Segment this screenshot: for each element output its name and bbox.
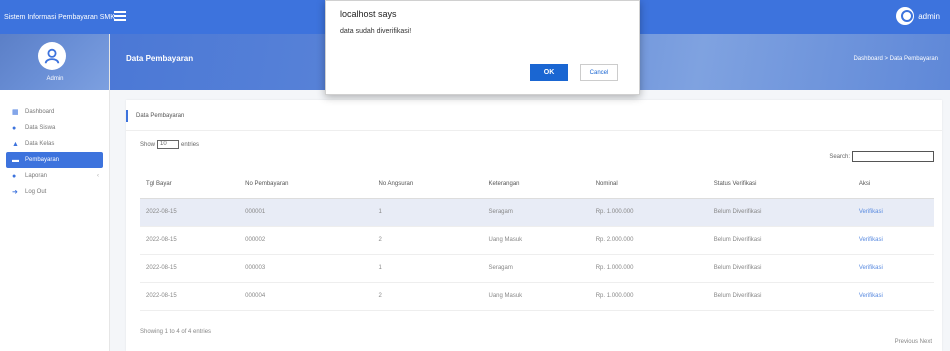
table-cell: 000001 xyxy=(239,198,373,227)
brand-text: Sistem Informasi Pembayaran SMK xyxy=(4,13,115,21)
table-cell: Belum Diverifikasi xyxy=(707,254,853,283)
app-brand[interactable]: Sistem Informasi Pembayaran SMK xyxy=(0,0,115,34)
table-cell: 1 xyxy=(372,254,483,283)
sidebar: Admin ▦ Dashboard ● Data Siswa ▲ Data Kelas… xyxy=(0,34,110,351)
table-row: 2022-08-15 000004 2 Uang Masuk Rp. 1.000… xyxy=(140,282,934,311)
sidebar-item-label: Laporan xyxy=(25,173,48,179)
card-title: Data Pembayaran xyxy=(126,110,184,122)
logout-icon: ➜ xyxy=(12,189,18,196)
table-cell: 000004 xyxy=(239,282,373,311)
table-cell: Rp. 1.000.000 xyxy=(589,198,708,227)
cancel-button[interactable]: Cancel xyxy=(580,64,618,81)
table-row: 2022-08-15 000002 2 Uang Masuk Rp. 2.000… xyxy=(140,226,934,255)
search-label: Search: xyxy=(829,153,850,160)
verify-link[interactable]: Verifikasi xyxy=(852,282,934,311)
table-cell: 000003 xyxy=(239,254,373,283)
ok-button[interactable]: OK xyxy=(530,64,568,81)
column-header[interactable]: Aksi xyxy=(852,170,934,199)
breadcrumb[interactable]: Dashboard > Data Pembayaran xyxy=(853,56,938,62)
column-header[interactable]: Keterangan xyxy=(482,170,590,199)
table-row: 2022-08-15 000003 1 Seragam Rp. 1.000.00… xyxy=(140,254,934,283)
verify-link[interactable]: Verifikasi xyxy=(852,198,934,227)
table-cell: 2022-08-15 xyxy=(140,226,240,255)
column-header[interactable]: No Angsuran xyxy=(372,170,483,199)
entries-length-control: Show 10 entries xyxy=(140,140,199,149)
table-cell: Belum Diverifikasi xyxy=(707,282,853,311)
sidebar-item-dashboard[interactable]: ▦ Dashboard xyxy=(0,104,109,120)
table-cell: Seragam xyxy=(482,254,590,283)
table-cell: 000002 xyxy=(239,226,373,255)
dialog-title: localhost says xyxy=(340,9,397,19)
sidebar-profile: Admin xyxy=(0,34,109,90)
table-cell: Rp. 1.000.000 xyxy=(589,282,708,311)
pagination[interactable]: Previous Next xyxy=(895,339,932,345)
user-icon: ● xyxy=(12,124,17,132)
report-icon: ● xyxy=(12,172,17,180)
table-cell: 2022-08-15 xyxy=(140,282,240,311)
show-label: Show xyxy=(140,141,156,148)
user-menu[interactable]: admin xyxy=(896,7,940,25)
table-cell: Rp. 1.000.000 xyxy=(589,254,708,283)
sidebar-item-data-siswa[interactable]: ● Data Siswa xyxy=(0,120,109,136)
profile-name: Admin xyxy=(46,76,64,82)
column-header[interactable]: No Pembayaran xyxy=(239,170,373,199)
sidebar-item-label: Pembayaran xyxy=(25,157,60,163)
table-cell: Uang Masuk xyxy=(482,282,590,311)
table-cell: Uang Masuk xyxy=(482,226,590,255)
dashboard-icon: ▦ xyxy=(12,109,19,116)
sidebar-item-data-kelas[interactable]: ▲ Data Kelas xyxy=(0,136,109,152)
entries-select[interactable]: 10 xyxy=(157,140,180,149)
table-cell: 1 xyxy=(372,198,483,227)
table-header-row: Tgl Bayar No Pembayaran No Angsuran Kete… xyxy=(140,170,934,199)
sidebar-item-logout[interactable]: ➜ Log Out xyxy=(0,184,109,200)
class-icon: ▲ xyxy=(12,140,19,148)
table-cell: 2 xyxy=(372,282,483,311)
search-input[interactable] xyxy=(852,151,934,162)
entries-label: entries xyxy=(181,141,200,148)
confirm-dialog: localhost says data sudah diverifikasi! … xyxy=(325,0,640,95)
column-header[interactable]: Nominal xyxy=(589,170,708,199)
verify-link[interactable]: Verifikasi xyxy=(852,226,934,255)
sidebar-item-label: Data Kelas xyxy=(25,141,55,147)
column-header[interactable]: Status Verifikasi xyxy=(707,170,853,199)
divider xyxy=(126,130,942,131)
payment-icon: ▬ xyxy=(12,156,19,164)
sidebar-item-label: Log Out xyxy=(25,189,47,195)
dialog-message: data sudah diverifikasi! xyxy=(340,28,412,35)
verify-link[interactable]: Verifikasi xyxy=(852,254,934,283)
menu-toggle-icon[interactable] xyxy=(114,11,126,21)
table-cell: Belum Diverifikasi xyxy=(707,226,853,255)
sidebar-item-label: Data Siswa xyxy=(25,125,56,131)
payments-table: Tgl Bayar No Pembayaran No Angsuran Kete… xyxy=(140,170,934,311)
column-header[interactable]: Tgl Bayar xyxy=(140,170,240,199)
page-title: Data Pembayaran xyxy=(126,54,194,63)
table-cell: Seragam xyxy=(482,198,590,227)
table-info: Showing 1 to 4 of 4 entries xyxy=(140,329,212,335)
avatar xyxy=(38,42,66,70)
table-search: Search: xyxy=(829,151,934,162)
table-cell: 2022-08-15 xyxy=(140,198,240,227)
sidebar-item-label: Dashboard xyxy=(25,109,55,115)
table-cell: Belum Diverifikasi xyxy=(707,198,853,227)
chevron-down-icon: ‹ xyxy=(97,173,99,179)
user-name: admin xyxy=(918,11,940,21)
content-card: Data Pembayaran Show 10 entries Search: … xyxy=(126,100,942,351)
user-avatar-icon xyxy=(896,7,915,25)
table-cell: 2 xyxy=(372,226,483,255)
sidebar-item-pembayaran[interactable]: ▬ Pembayaran xyxy=(6,152,103,168)
table-cell: Rp. 2.000.000 xyxy=(589,226,708,255)
user-avatar-icon xyxy=(44,48,60,64)
sidebar-item-laporan[interactable]: ● Laporan ‹ xyxy=(0,168,109,184)
table-cell: 2022-08-15 xyxy=(140,254,240,283)
table-row: 2022-08-15 000001 1 Seragam Rp. 1.000.00… xyxy=(140,198,934,227)
